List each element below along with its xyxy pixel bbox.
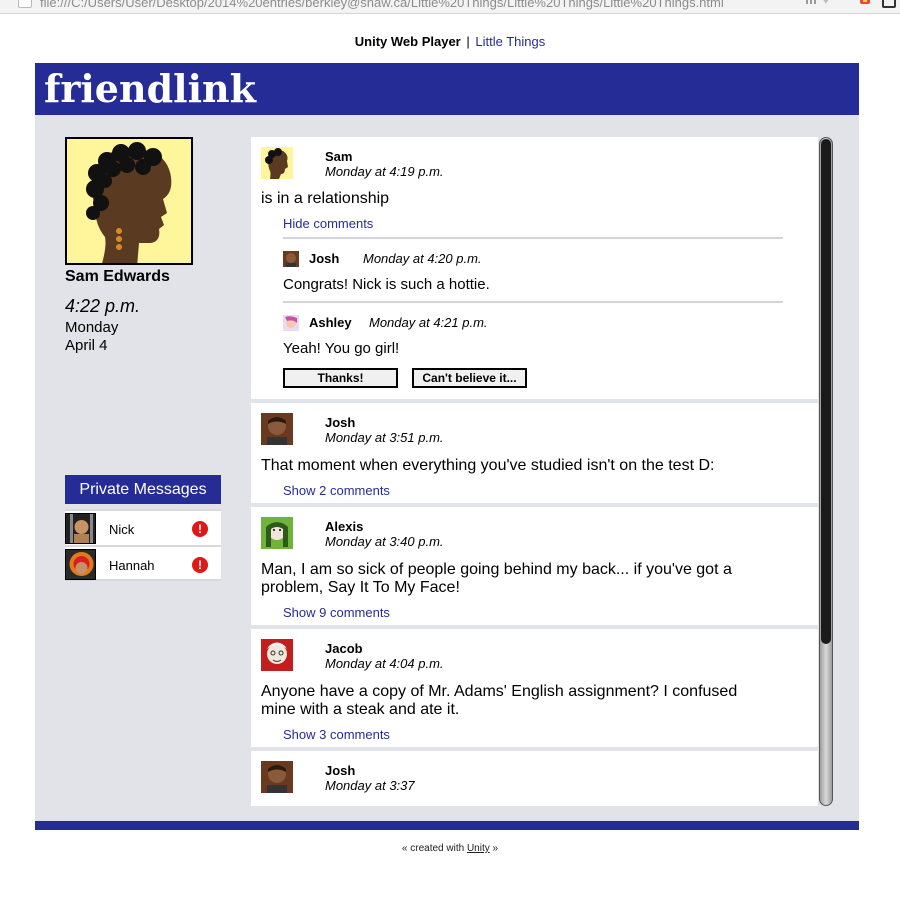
player-label: Unity Web Player bbox=[354, 34, 461, 49]
post-author[interactable]: Jacob bbox=[325, 641, 363, 656]
pm-item-hannah[interactable]: Hannah ! bbox=[65, 545, 221, 581]
private-messages-list: Nick ! Hannah ! bbox=[65, 509, 221, 581]
profile-name: Sam Edwards bbox=[65, 268, 170, 285]
comment-time: Monday at 4:20 p.m. bbox=[363, 251, 482, 266]
extension-icon[interactable] bbox=[806, 0, 818, 4]
bookmark-star-icon[interactable]: ♥ bbox=[822, 0, 840, 7]
josh-avatar bbox=[261, 761, 293, 793]
comment-time: Monday at 4:21 p.m. bbox=[369, 315, 488, 330]
post-text-line: Man, I am so sick of people going behind… bbox=[261, 561, 732, 578]
sam-avatar bbox=[261, 147, 293, 179]
browser-address-bar[interactable]: file:///C:/Users/User/Desktop/2014%20ent… bbox=[0, 0, 900, 14]
post-author[interactable]: Alexis bbox=[325, 519, 363, 534]
clock-time: 4:22 p.m. bbox=[65, 296, 141, 316]
pm-item-label: Nick bbox=[109, 522, 135, 537]
footer-prefix: « created with bbox=[401, 843, 465, 854]
browser-menu-icon[interactable] bbox=[882, 0, 896, 8]
news-feed[interactable]: Sam Monday at 4:19 p.m. is in a relation… bbox=[251, 137, 818, 806]
app-header: friendlink bbox=[35, 63, 859, 115]
josh-avatar bbox=[283, 251, 299, 267]
pm-item-label: Hannah bbox=[109, 558, 155, 573]
thanks-button[interactable]: Thanks! bbox=[283, 368, 398, 388]
josh-avatar bbox=[261, 413, 293, 445]
profile-avatar bbox=[65, 137, 193, 265]
scrollbar-thumb[interactable] bbox=[821, 139, 831, 644]
post-time: Monday at 3:37 bbox=[325, 778, 415, 793]
hide-comments-link[interactable]: Hide comments bbox=[283, 216, 373, 231]
post-time: Monday at 3:51 p.m. bbox=[325, 430, 444, 445]
comment-author[interactable]: Ashley bbox=[309, 315, 352, 330]
clock-day: Monday bbox=[65, 319, 119, 336]
feed-post: Alexis Monday at 3:40 p.m. Man, I am so … bbox=[251, 507, 818, 625]
alexis-avatar bbox=[261, 517, 293, 549]
post-text-line: Anyone have a copy of Mr. Adams' English… bbox=[261, 683, 738, 700]
post-text-line: problem, Say It To My Face! bbox=[261, 579, 460, 596]
browser-extension-icon[interactable] bbox=[858, 0, 872, 7]
feed-scrollbar[interactable] bbox=[819, 137, 833, 806]
show-comments-link[interactable]: Show 9 comments bbox=[283, 605, 390, 620]
footer-band bbox=[35, 821, 859, 830]
woman-silhouette-icon bbox=[67, 139, 191, 263]
page-icon bbox=[18, 0, 32, 8]
post-time: Monday at 4:19 p.m. bbox=[325, 164, 444, 179]
cant-believe-it-button[interactable]: Can't believe it... bbox=[412, 368, 527, 388]
pm-item-nick[interactable]: Nick ! bbox=[65, 509, 221, 545]
post-author[interactable]: Josh bbox=[325, 415, 355, 430]
show-comments-link[interactable]: Show 2 comments bbox=[283, 483, 390, 498]
post-time: Monday at 4:04 p.m. bbox=[325, 656, 444, 671]
friendlink-logo: friendlink bbox=[44, 66, 257, 111]
private-messages-header: Private Messages bbox=[65, 475, 221, 504]
post-author[interactable]: Josh bbox=[325, 763, 355, 778]
unity-game-frame: friendlink Sam Edwards 4:22 p.m. Monday … bbox=[35, 63, 859, 830]
comment: Ashley Monday at 4:21 p.m. Yeah! You go … bbox=[283, 301, 783, 365]
post-author[interactable]: Sam bbox=[325, 149, 352, 164]
comment-divider bbox=[283, 301, 783, 303]
post-text: is in a relationship bbox=[261, 190, 390, 207]
alert-icon: ! bbox=[192, 521, 208, 537]
jacob-avatar bbox=[261, 639, 293, 671]
ashley-avatar bbox=[283, 315, 299, 331]
feed-post: Jacob Monday at 4:04 p.m. Anyone have a … bbox=[251, 629, 818, 747]
comment-text: Congrats! Nick is such a hottie. bbox=[283, 276, 490, 293]
hannah-avatar bbox=[65, 549, 96, 580]
url-text[interactable]: file:///C:/Users/User/Desktop/2014%20ent… bbox=[40, 0, 724, 10]
comment-divider bbox=[283, 237, 783, 239]
title-separator: | bbox=[466, 34, 470, 49]
comment-text: Yeah! You go girl! bbox=[283, 340, 400, 357]
post-time: Monday at 3:40 p.m. bbox=[325, 534, 444, 549]
comment: Josh Monday at 4:20 p.m. Congrats! Nick … bbox=[283, 237, 783, 301]
feed-post: Sam Monday at 4:19 p.m. is in a relation… bbox=[251, 137, 818, 399]
alert-icon: ! bbox=[192, 557, 208, 573]
feed-post: Josh Monday at 3:37 bbox=[251, 751, 818, 806]
page-footer: « created with Unity » bbox=[0, 843, 900, 854]
game-title: Little Things bbox=[475, 34, 546, 49]
unity-link[interactable]: Unity bbox=[467, 843, 490, 854]
page-heading: Unity Web Player | Little Things bbox=[0, 34, 900, 49]
feed-post: Josh Monday at 3:51 p.m. That moment whe… bbox=[251, 403, 818, 503]
clock-date: April 4 bbox=[65, 337, 108, 354]
comment-author[interactable]: Josh bbox=[309, 251, 339, 266]
post-text-line: mine with a steak and ate it. bbox=[261, 701, 460, 718]
footer-suffix: » bbox=[492, 843, 499, 854]
nick-avatar bbox=[65, 513, 96, 544]
show-comments-link[interactable]: Show 3 comments bbox=[283, 727, 390, 742]
post-text: That moment when everything you've studi… bbox=[261, 457, 715, 474]
